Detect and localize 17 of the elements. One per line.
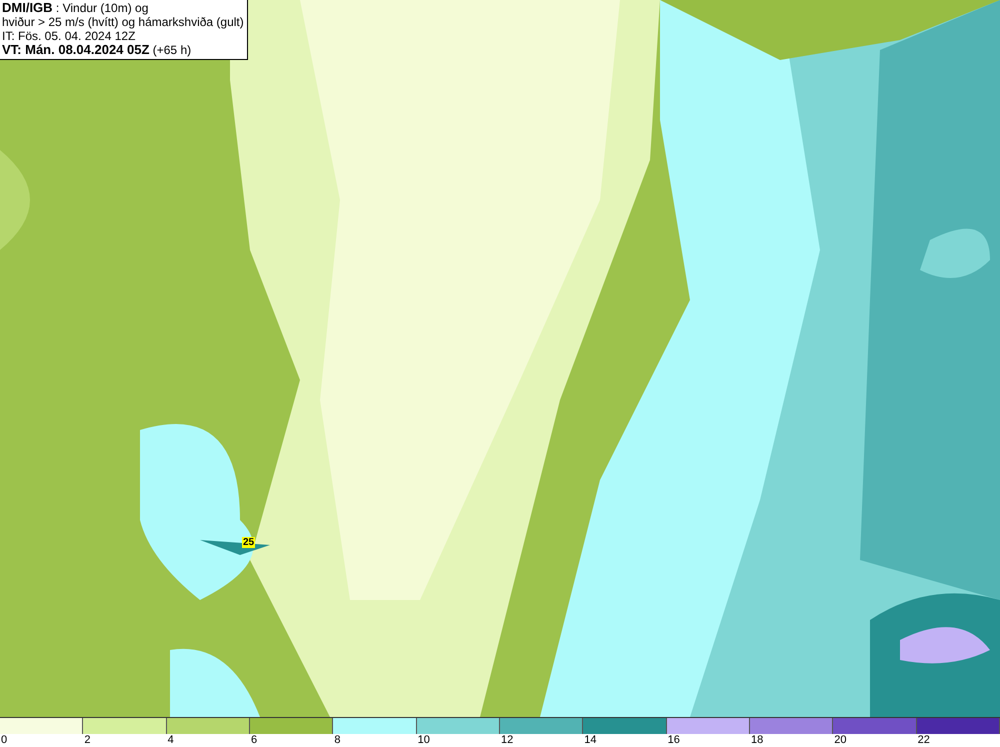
legend-label: 4 [168,734,174,746]
valid-time-text: VT: Mán. 08.04.2024 05Z (+65 h) [2,43,192,57]
legend-label: 10 [418,734,430,746]
subtitle-text: hviður > 25 m/s (hvítt) og hámarkshviða (gult) [2,15,244,29]
legend-label: 18 [750,734,764,746]
legend-label: 12 [500,734,514,746]
legend-label: 14 [584,734,597,746]
title-text: DMI/IGB : Vindur (10m) og [2,1,150,15]
legend-label: 2 [84,734,90,746]
legend-label: 22 [918,734,930,746]
legend-label: 20 [834,734,847,746]
legend-label: 16 [668,734,680,746]
legend-label: 6 [250,734,258,746]
initial-time-text: IT: Fös. 05. 04. 2024 12Z [2,29,136,43]
legend-label: 0 [1,734,8,746]
gust-value-label: 25 [242,537,256,548]
legend-label: 8 [334,734,340,746]
